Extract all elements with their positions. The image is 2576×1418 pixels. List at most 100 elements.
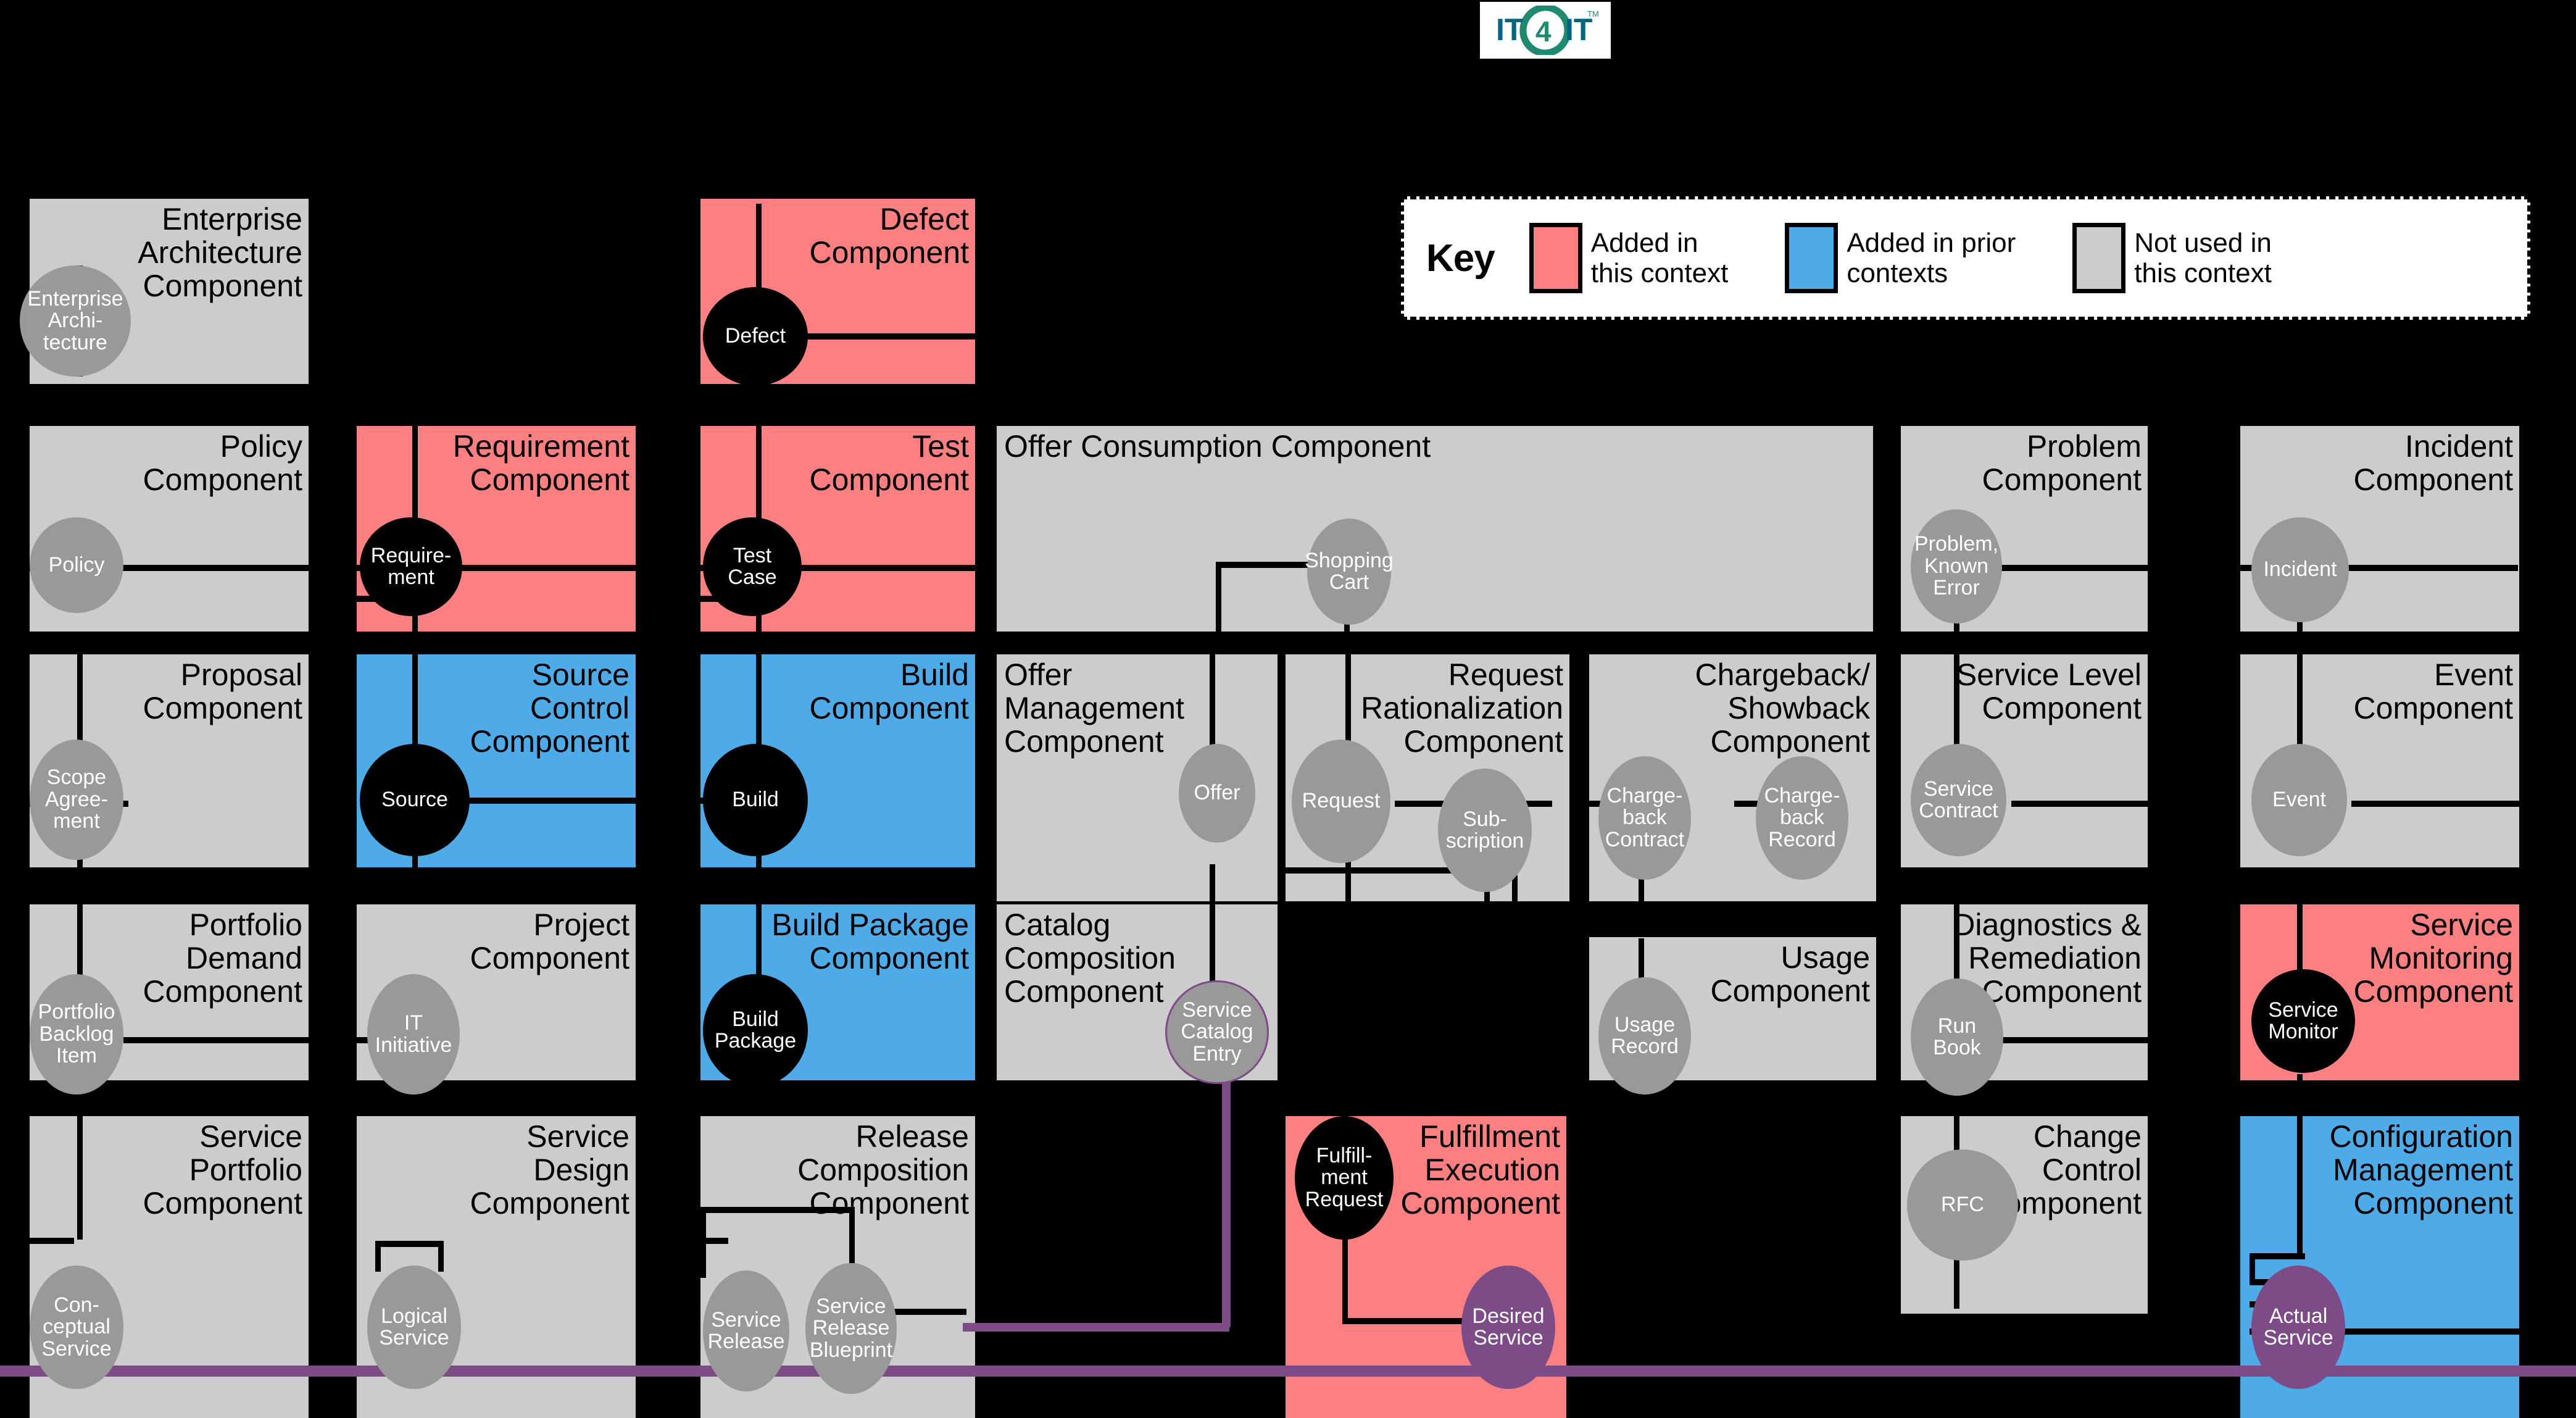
component-title: Incident Component [2353,429,2514,497]
data-object-problem-known-error[interactable]: Problem, Known Error [1911,509,2002,624]
data-object-label: Policy [48,553,105,577]
data-object-logical-service[interactable]: Logical Service [367,1266,461,1389]
legend-label-added-this-context: Added in this context [1590,227,1729,288]
connector [2250,1253,2305,1259]
component-offer-consumption[interactable]: Offer Consumption Component [997,426,1873,632]
connector [1345,861,1351,935]
component-title: Test Component [809,429,970,497]
svg-text:TM: TM [1587,9,1599,19]
data-object-scope-agreement[interactable]: Scope Agree- ment [30,740,123,860]
connector [123,1037,309,1043]
component-title: Enterprise Architecture Component [138,202,302,303]
data-object-service-release-blueprint[interactable]: Service Release Blueprint [805,1263,897,1394]
data-object-label: Scope Agree- ment [44,765,109,833]
data-object-label: Problem, Known Error [1914,532,1999,600]
legend-key: Key Added in this context Added in prior… [1401,196,2530,320]
component-title: Offer Consumption Component [1004,429,1431,464]
data-object-build[interactable]: Build [703,744,808,856]
component-title: Event Component [2353,657,2514,725]
data-object-request[interactable]: Request [1292,740,1390,863]
it4it-logo: IT 4 IT TM [1480,2,1611,59]
data-object-label: Defect [725,324,786,348]
data-object-defect[interactable]: Defect [703,287,808,386]
data-object-service-monitor[interactable]: Service Monitor [2251,969,2355,1073]
data-object-label: Test Case [728,543,777,589]
it4it-logo-mark: IT 4 IT TM [1496,6,1599,55]
component-title: Offer Management Component [1004,657,1184,759]
component-title: Defect Component [809,202,970,270]
component-title: Configuration Management Component [2329,1119,2513,1220]
data-object-source[interactable]: Source [360,744,470,856]
legend-swatch-red [1529,223,1582,293]
data-object-chargeback-record[interactable]: Charge- back Record [1756,756,1848,880]
connector [685,1240,691,1314]
connector [2297,1111,2303,1253]
connector [2250,1253,2255,1283]
data-object-label: Portfolio Backlog Item [38,1000,115,1068]
data-object-incident[interactable]: Incident [2251,517,2349,622]
data-object-service-catalog-entry[interactable]: Service Catalog Entry [1165,980,1269,1084]
data-object-conceptual-service[interactable]: Con- ceptual Service [30,1266,123,1389]
data-object-event[interactable]: Event [2251,744,2347,856]
component-title: Catalog Composition Component [1004,907,1176,1009]
legend-item-not-used: Not used in this context [2072,223,2272,293]
data-object-enterprise-architecture[interactable]: Enterprise Archi- tecture [20,265,131,377]
component-title: Release Composition Component [797,1119,969,1220]
data-object-subscription[interactable]: Sub- scription [1438,769,1532,892]
connector [375,1241,381,1272]
component-title: Build Component [809,657,970,725]
data-object-actual-service[interactable]: Actual Service [2251,1266,2345,1389]
data-object-test-case[interactable]: Test Case [703,517,802,616]
data-object-rfc[interactable]: RFC [1907,1149,2018,1261]
data-object-chargeback-contract[interactable]: Charge- back Contract [1598,756,1691,880]
data-object-label: Run Book [1933,1014,1981,1059]
connector [1210,904,1215,982]
data-object-service-release[interactable]: Service Release [703,1270,789,1391]
component-title: Chargeback/ Showback Component [1695,657,1871,759]
data-object-label: Fulfill- ment Request [1305,1143,1384,1211]
data-object-run-book[interactable]: Run Book [1911,978,2003,1096]
component-title: Portfolio Demand Component [143,907,303,1009]
svg-text:IT: IT [1496,12,1523,47]
data-object-label: Logical Service [379,1304,449,1349]
component-title: Service Design Component [470,1119,630,1220]
connector [1954,1111,1959,1154]
data-object-policy[interactable]: Policy [30,517,123,613]
data-object-label: Service Release Blueprint [809,1294,893,1362]
component-title: Build Package Component [771,907,969,975]
data-object-build-package[interactable]: Build Package [703,974,808,1086]
connector [1216,562,1221,633]
component-title: Project Component [470,907,630,975]
legend-title: Key [1426,236,1495,280]
connector [30,1238,74,1244]
data-object-label: RFC [1941,1193,1984,1217]
component-title: Usage Component [1710,940,1871,1008]
data-object-label: Incident [2263,557,2337,582]
legend-label-not-used: Not used in this context [2134,227,2272,288]
data-object-label: Con- ceptual Service [41,1293,112,1361]
data-object-label: Service Release [707,1307,785,1353]
data-object-usage-record[interactable]: Usage Record [1598,977,1691,1095]
data-object-label: Service Catalog Entry [1181,998,1253,1066]
legend-item-added-prior-contexts: Added in prior contexts [1785,223,2016,293]
connector [2297,1074,2303,1111]
data-object-it-initiative[interactable]: IT Initiative [367,974,460,1095]
data-object-shopping-cart[interactable]: Shopping Cart [1305,519,1394,625]
component-title: Requirement Component [452,429,629,497]
component-title: Problem Component [1982,429,2142,497]
data-object-service-contract[interactable]: Service Contract [1911,744,2006,856]
data-object-label: Actual Service [2263,1304,2333,1349]
data-object-offer[interactable]: Offer [1179,744,1255,843]
data-object-label: Offer [1194,781,1240,805]
connector [700,1207,855,1213]
diagram-canvas: IT 4 IT TM Key Added in this context Add… [0,0,2576,1418]
connector [375,1241,443,1247]
data-object-requirement[interactable]: Require- ment [360,517,462,616]
data-object-desired-service[interactable]: Desired Service [1461,1266,1555,1389]
component-title: Request Rationalization Component [1361,657,1563,759]
data-object-fulfillment-request[interactable]: Fulfill- ment Request [1295,1116,1394,1240]
component-title: Service Portfolio Component [143,1119,303,1220]
data-object-portfolio-backlog-item[interactable]: Portfolio Backlog Item [30,974,123,1095]
data-object-label: Enterprise Archi- tecture [27,286,123,354]
component-title: Service Monitoring Component [2353,907,2514,1009]
